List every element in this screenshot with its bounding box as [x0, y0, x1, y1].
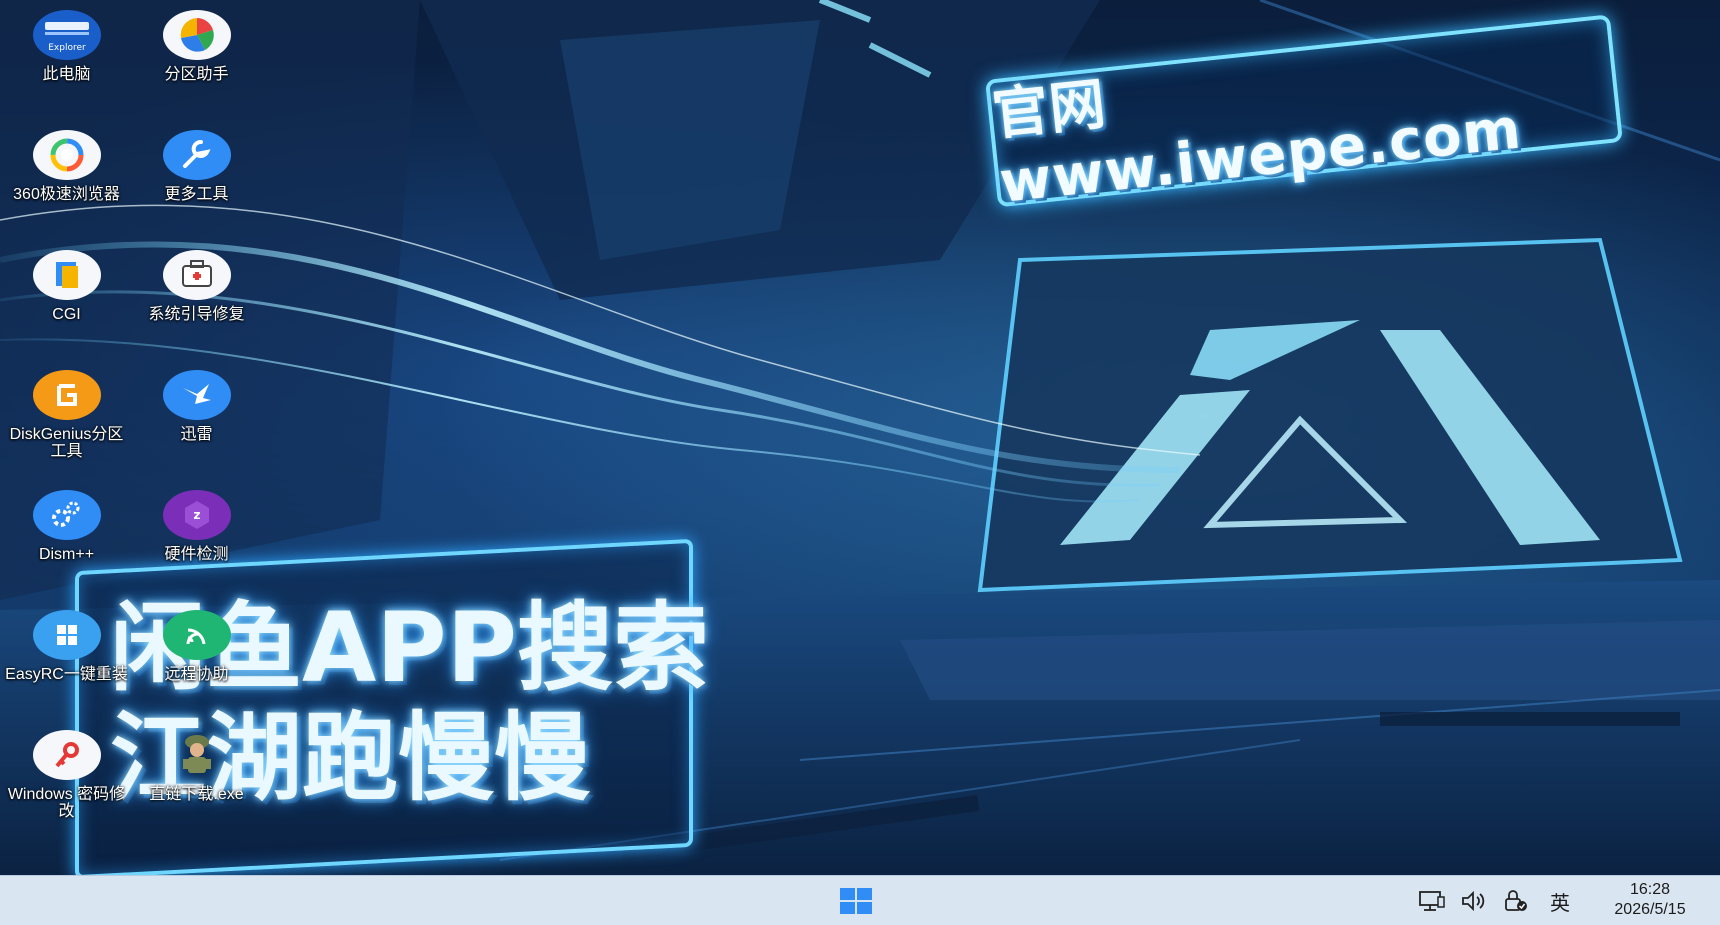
- desktop-icon-thunder[interactable]: 迅雷: [134, 366, 259, 443]
- desktop-icon-cgi[interactable]: CGI: [4, 246, 129, 323]
- desktop-icon-label: EasyRC一键重装: [5, 666, 128, 683]
- desktop-icon-password-reset[interactable]: Windows 密码修改: [4, 726, 129, 820]
- clock-time: 16:28: [1629, 881, 1671, 898]
- desktop-icon-label: 360极速浏览器: [13, 186, 120, 203]
- browser-360-icon: [31, 126, 103, 184]
- soldier-icon: [161, 726, 233, 784]
- tray-security[interactable]: [1502, 888, 1530, 914]
- explorer-badge: Explorer: [48, 43, 86, 53]
- desktop-icon-label: DiskGenius分区工具: [9, 426, 124, 460]
- cgi-icon: [31, 246, 103, 304]
- desktop-icon-more-tools[interactable]: 更多工具: [134, 126, 259, 203]
- partition-assistant-icon: [161, 6, 233, 64]
- desktop-icon-hardware-check[interactable]: z 硬件检测: [134, 486, 259, 563]
- desktop-icon-boot-repair[interactable]: 系统引导修复: [134, 246, 259, 323]
- windows-start-icon: [840, 888, 872, 914]
- clock-date: 2026/5/15: [1614, 901, 1686, 918]
- diskgenius-icon: [31, 366, 103, 424]
- tray-volume[interactable]: [1460, 888, 1488, 914]
- taskbar: 英 16:28 2026/5/15: [0, 875, 1720, 925]
- thunder-bird-icon: [161, 366, 233, 424]
- toolbox-icon: [161, 246, 233, 304]
- desktop-icon-label: CGI: [52, 306, 81, 323]
- desktop-icon-label: 迅雷: [180, 426, 213, 443]
- network-icon: [1419, 891, 1445, 911]
- desktop-icon-label: 分区助手: [164, 66, 229, 83]
- desktop-icon-label: 远程协助: [164, 666, 229, 683]
- desktop-icon-label: Dism++: [38, 546, 95, 563]
- desktop-icon-dism[interactable]: Dism++: [4, 486, 129, 563]
- desktop-icon-label: 直链下载.exe: [149, 786, 244, 803]
- desktop-icon-label: 更多工具: [164, 186, 229, 203]
- key-icon: [31, 726, 103, 784]
- desktop-icon-diskgenius[interactable]: DiskGenius分区工具: [4, 366, 129, 460]
- tray-network[interactable]: [1418, 888, 1446, 914]
- desktop-icon-partition-assistant[interactable]: 分区助手: [134, 6, 259, 83]
- remote-assist-icon: [161, 606, 233, 664]
- desktop-icon-easyrc[interactable]: EasyRC一键重装: [4, 606, 129, 683]
- explorer-icon: Explorer: [31, 6, 103, 64]
- start-button[interactable]: [838, 886, 874, 916]
- desktop-icon-direct-download[interactable]: 直链下载.exe: [134, 726, 259, 803]
- taskbar-clock[interactable]: 16:28 2026/5/15: [1590, 880, 1710, 920]
- desktop-icon-label: 此电脑: [42, 66, 91, 83]
- desktop-icon-this-pc[interactable]: Explorer 此电脑: [4, 6, 129, 83]
- windows-logo-icon: [31, 606, 103, 664]
- desktop-icon-360-browser[interactable]: 360极速浏览器: [4, 126, 129, 203]
- desktop: 官网www.iwepe.com 闲鱼APP搜索 江湖跑慢慢 Explorer 此…: [0, 0, 1720, 925]
- svg-text:z: z: [193, 508, 200, 522]
- desktop-icon-label: 硬件检测: [164, 546, 229, 563]
- desktop-icon-label: Windows 密码修改: [7, 786, 126, 820]
- desktop-icon-remote-assist[interactable]: 远程协助: [134, 606, 259, 683]
- lock-shield-icon: [1505, 890, 1527, 911]
- hardware-check-icon: z: [161, 486, 233, 544]
- gears-icon: [31, 486, 103, 544]
- desktop-icon-label: 系统引导修复: [148, 306, 245, 323]
- wrench-icon: [161, 126, 233, 184]
- input-method-indicator[interactable]: 英: [1550, 887, 1570, 916]
- speaker-icon: [1462, 890, 1485, 912]
